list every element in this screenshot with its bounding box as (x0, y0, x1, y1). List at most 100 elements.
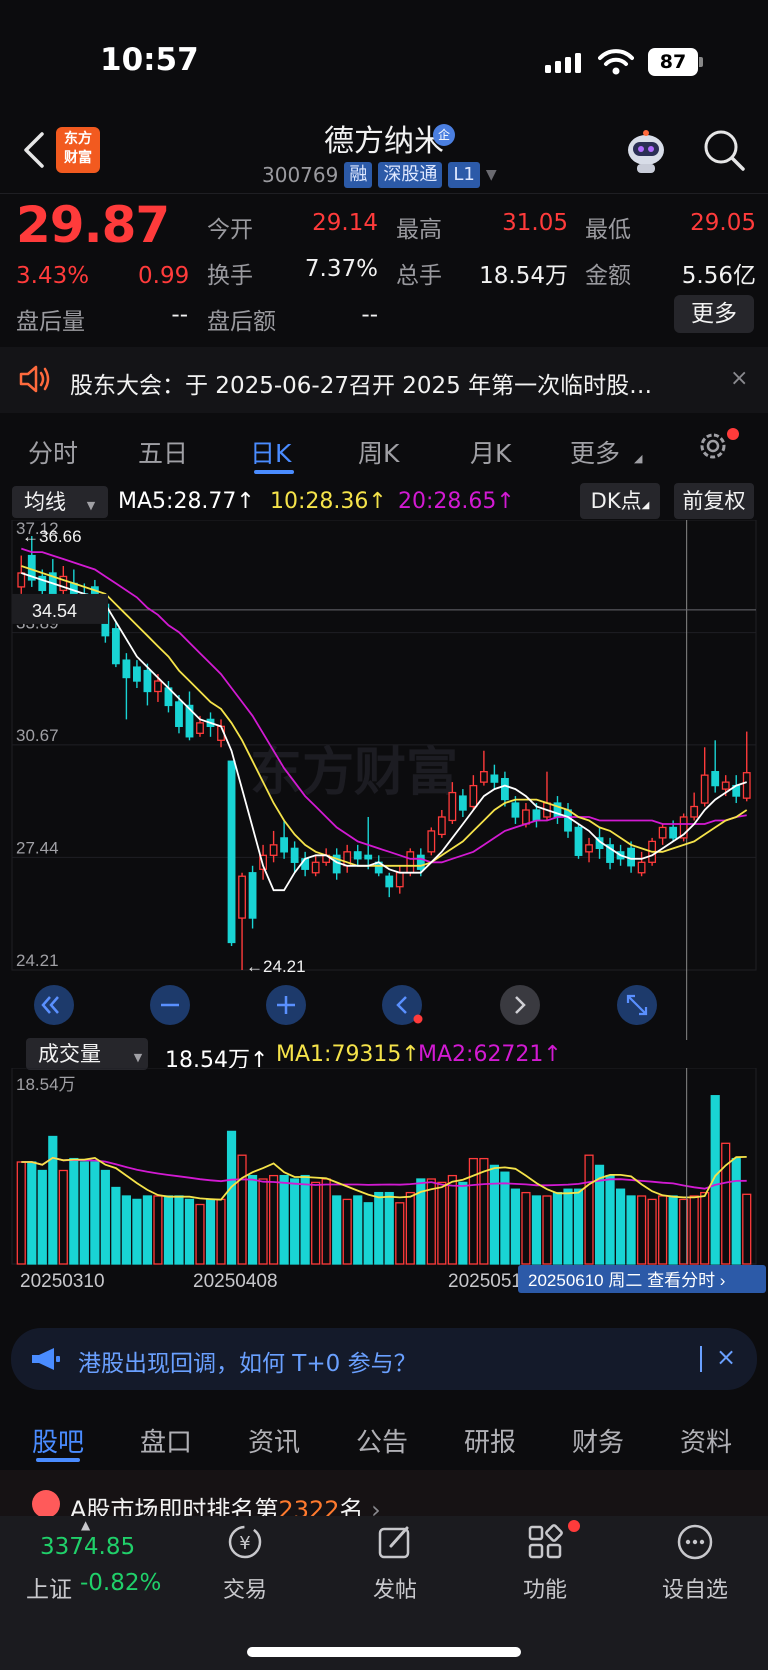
candlestick-chart[interactable]: 东方财富 37.1233.8930.6727.4424.2134.54←36.6… (0, 520, 768, 1040)
candle-body (122, 659, 131, 679)
tab-intraday[interactable]: 分时 (28, 434, 78, 470)
fullscreen-button[interactable] (617, 985, 657, 1025)
zoom-out-button[interactable] (150, 985, 190, 1025)
date-tooltip[interactable]: 20250610 周二 查看分时 › (518, 1265, 766, 1293)
tab-forum[interactable]: 股吧 (32, 1422, 84, 1459)
ma-dropdown[interactable]: 均线 ▼ (12, 486, 108, 518)
tab-profile[interactable]: 资料 (680, 1422, 732, 1459)
volume-bar (153, 1195, 163, 1265)
prev-button[interactable] (382, 985, 423, 1025)
tab-research[interactable]: 研报 (464, 1422, 516, 1459)
volume-ma1: MA1:79315↑ (276, 1042, 420, 1067)
candle-body (479, 771, 488, 783)
tab-financials[interactable]: 财务 (572, 1422, 624, 1459)
candle-body (290, 847, 299, 863)
crosshair-price: 34.54 (32, 601, 77, 621)
candle (469, 775, 478, 811)
volume-bar (269, 1174, 279, 1265)
tab-order-book[interactable]: 盘口 (140, 1422, 192, 1459)
candle-body (721, 781, 730, 790)
ai-assistant-robot-icon[interactable] (622, 128, 670, 176)
volume-bar (489, 1164, 499, 1265)
volume-bar (363, 1202, 373, 1265)
nav-trade[interactable]: ¥ 交易 (190, 1522, 300, 1604)
volume-chart[interactable]: 18.54万2025031020250408202505120250612025… (0, 1068, 768, 1318)
tab-news[interactable]: 资讯 (248, 1422, 300, 1459)
volume-bar (615, 1188, 626, 1265)
tab-weekly-k[interactable]: 周K (358, 434, 399, 470)
candle-body (196, 722, 204, 734)
tab-five-day[interactable]: 五日 (138, 434, 188, 470)
candle-body (669, 826, 678, 839)
forward-adjust-button[interactable]: 前复权 (674, 483, 754, 519)
stock-code-row[interactable]: 300769 融 深股通 L1 ▼ (262, 161, 497, 189)
promo-banner-text: 港股出现回调，如何 T+0 参与？ (78, 1351, 417, 1377)
min-price-marker: ←24.21 (246, 957, 306, 976)
zoom-in-button[interactable] (266, 985, 306, 1025)
index-value[interactable]: 3374.85 (40, 1534, 135, 1560)
candle (637, 851, 646, 877)
home-indicator (247, 1647, 521, 1657)
volume-ma1-line (21, 1156, 747, 1201)
tab-daily-k[interactable]: 日K (250, 434, 291, 470)
banner-close-icon[interactable]: × (716, 1343, 736, 1371)
tab-announcements[interactable]: 公告 (356, 1422, 408, 1459)
nav-add-watchlist-label: 设自选 (661, 1578, 728, 1603)
candle (427, 827, 436, 856)
candle-body (637, 861, 646, 874)
fast-back-button[interactable] (34, 985, 74, 1025)
candle-body (227, 760, 236, 944)
candle (679, 813, 688, 842)
volume-bar (500, 1171, 510, 1265)
volume-dropdown[interactable]: 成交量 ▼ (26, 1038, 148, 1070)
x-date-label: 20250310 (20, 1271, 105, 1292)
candle-body (469, 784, 478, 808)
volume-bar (300, 1174, 310, 1265)
ma5-line (21, 572, 747, 892)
volume-bar (237, 1154, 247, 1265)
candle-body (711, 771, 720, 787)
candle-body (690, 805, 699, 818)
more-button[interactable]: 更多 (674, 295, 754, 333)
nav-post-label: 发帖 (372, 1578, 417, 1603)
volume-bar (510, 1188, 521, 1265)
y-tick-label: 24.21 (16, 951, 59, 970)
tab-more[interactable]: 更多 (570, 434, 620, 470)
volume-bar (637, 1195, 647, 1265)
connect-tag: 深股通 (378, 162, 443, 188)
nav-post[interactable]: 发帖 (340, 1522, 450, 1604)
volume-bar (184, 1198, 195, 1265)
search-icon[interactable] (702, 128, 746, 172)
chart-settings-icon[interactable] (695, 428, 731, 464)
volume-bar (100, 1169, 110, 1265)
battery-tip (699, 57, 703, 67)
turnover-label: 换手 (207, 263, 253, 289)
dk-point-button[interactable]: DK点◢ (580, 483, 660, 519)
header-divider (0, 193, 768, 194)
open-label: 今开 (207, 217, 253, 243)
caret-up-icon[interactable]: ▲ (81, 1518, 90, 1532)
candle (59, 566, 68, 598)
volume-bar (658, 1195, 668, 1265)
candle-body (658, 826, 667, 839)
volume-bar (353, 1195, 363, 1265)
ma10-value: 10:28.36↑ (270, 489, 387, 514)
nav-add-watchlist[interactable]: 设自选 (640, 1522, 750, 1604)
volume-bar (405, 1191, 415, 1265)
announcement-close-icon[interactable]: × (730, 366, 748, 391)
enterprise-badge: 企 (433, 124, 455, 146)
candle-body (427, 830, 436, 853)
candle (395, 865, 404, 894)
post-icon (378, 1526, 410, 1559)
candle-body (175, 701, 183, 728)
candle (585, 837, 593, 863)
level-tag: L1 (448, 162, 480, 188)
tab-monthly-k[interactable]: 月K (470, 434, 511, 470)
nav-functions[interactable]: 功能 (490, 1522, 600, 1604)
high-label: 最高 (396, 217, 442, 243)
volume-bar (552, 1191, 563, 1265)
candle-body (532, 809, 541, 822)
volume-bar (279, 1174, 289, 1265)
next-button[interactable] (500, 985, 540, 1025)
candle (501, 771, 509, 807)
